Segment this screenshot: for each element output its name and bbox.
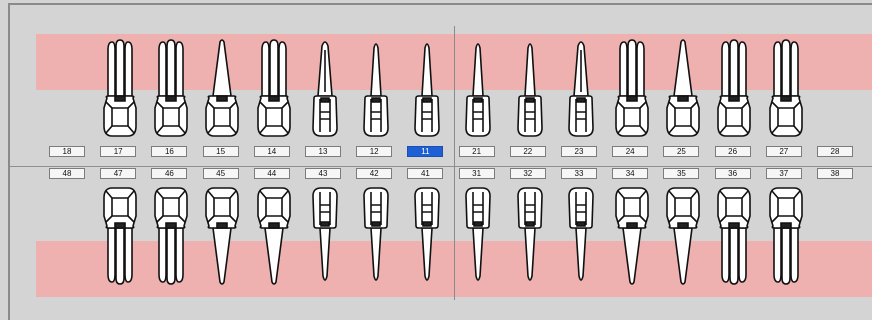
tooth-41[interactable] <box>407 188 447 288</box>
tooth-number-11[interactable]: 11 <box>407 146 444 157</box>
tooth-number-28[interactable]: 28 <box>817 146 853 157</box>
tooth-number-46[interactable]: 46 <box>151 168 188 179</box>
tooth-15[interactable] <box>202 36 242 136</box>
tooth-number-38[interactable]: 38 <box>817 168 853 179</box>
tooth-number-35[interactable]: 35 <box>663 168 700 179</box>
tooth-35[interactable] <box>663 188 703 288</box>
tooth-47[interactable] <box>100 188 140 288</box>
tooth-16[interactable] <box>151 36 191 136</box>
tooth-25[interactable] <box>663 36 703 136</box>
tooth-37[interactable] <box>766 188 806 288</box>
tooth-number-17[interactable]: 17 <box>100 146 137 157</box>
tooth-36[interactable] <box>714 188 754 288</box>
tooth-number-36[interactable]: 36 <box>714 168 751 179</box>
tooth-34[interactable] <box>612 188 652 288</box>
midline-divider <box>454 26 455 300</box>
tooth-number-33[interactable]: 33 <box>561 168 597 179</box>
tooth-number-45[interactable]: 45 <box>202 168 239 179</box>
tooth-number-25[interactable]: 25 <box>663 146 700 157</box>
tooth-number-47[interactable]: 47 <box>100 168 137 179</box>
tooth-32[interactable] <box>510 188 550 288</box>
jaw-separator <box>10 166 872 167</box>
tooth-14[interactable] <box>254 36 294 136</box>
tooth-27[interactable] <box>766 36 806 136</box>
tooth-11[interactable] <box>407 36 447 136</box>
tooth-number-31[interactable]: 31 <box>458 168 495 179</box>
tooth-12[interactable] <box>356 36 396 136</box>
tooth-number-13[interactable]: 13 <box>305 146 341 157</box>
tooth-31[interactable] <box>458 188 498 288</box>
tooth-number-43[interactable]: 43 <box>305 168 341 179</box>
tooth-number-12[interactable]: 12 <box>356 146 393 157</box>
tooth-number-42[interactable]: 42 <box>356 168 393 179</box>
tooth-13[interactable] <box>305 36 345 136</box>
tooth-number-23[interactable]: 23 <box>561 146 597 157</box>
tooth-number-32[interactable]: 32 <box>509 168 546 179</box>
tooth-number-21[interactable]: 21 <box>458 146 495 157</box>
tooth-22[interactable] <box>510 36 550 136</box>
tooth-42[interactable] <box>356 188 396 288</box>
tooth-number-37[interactable]: 37 <box>765 168 802 179</box>
tooth-number-44[interactable]: 44 <box>253 168 290 179</box>
tooth-number-22[interactable]: 22 <box>509 146 546 157</box>
tooth-number-48[interactable]: 48 <box>49 168 85 179</box>
tooth-number-16[interactable]: 16 <box>151 146 188 157</box>
tooth-33[interactable] <box>561 188 601 288</box>
tooth-46[interactable] <box>151 188 191 288</box>
tooth-24[interactable] <box>612 36 652 136</box>
tooth-number-15[interactable]: 15 <box>202 146 239 157</box>
tooth-number-18[interactable]: 18 <box>49 146 85 157</box>
tooth-21[interactable] <box>458 36 498 136</box>
tooth-number-26[interactable]: 26 <box>714 146 751 157</box>
tooth-number-34[interactable]: 34 <box>612 168 649 179</box>
tooth-number-41[interactable]: 41 <box>407 168 444 179</box>
tooth-number-27[interactable]: 27 <box>765 146 802 157</box>
tooth-number-24[interactable]: 24 <box>612 146 649 157</box>
tooth-45[interactable] <box>202 188 242 288</box>
tooth-43[interactable] <box>305 188 345 288</box>
tooth-17[interactable] <box>100 36 140 136</box>
tooth-23[interactable] <box>561 36 601 136</box>
tooth-26[interactable] <box>714 36 754 136</box>
tooth-number-14[interactable]: 14 <box>253 146 290 157</box>
tooth-44[interactable] <box>254 188 294 288</box>
